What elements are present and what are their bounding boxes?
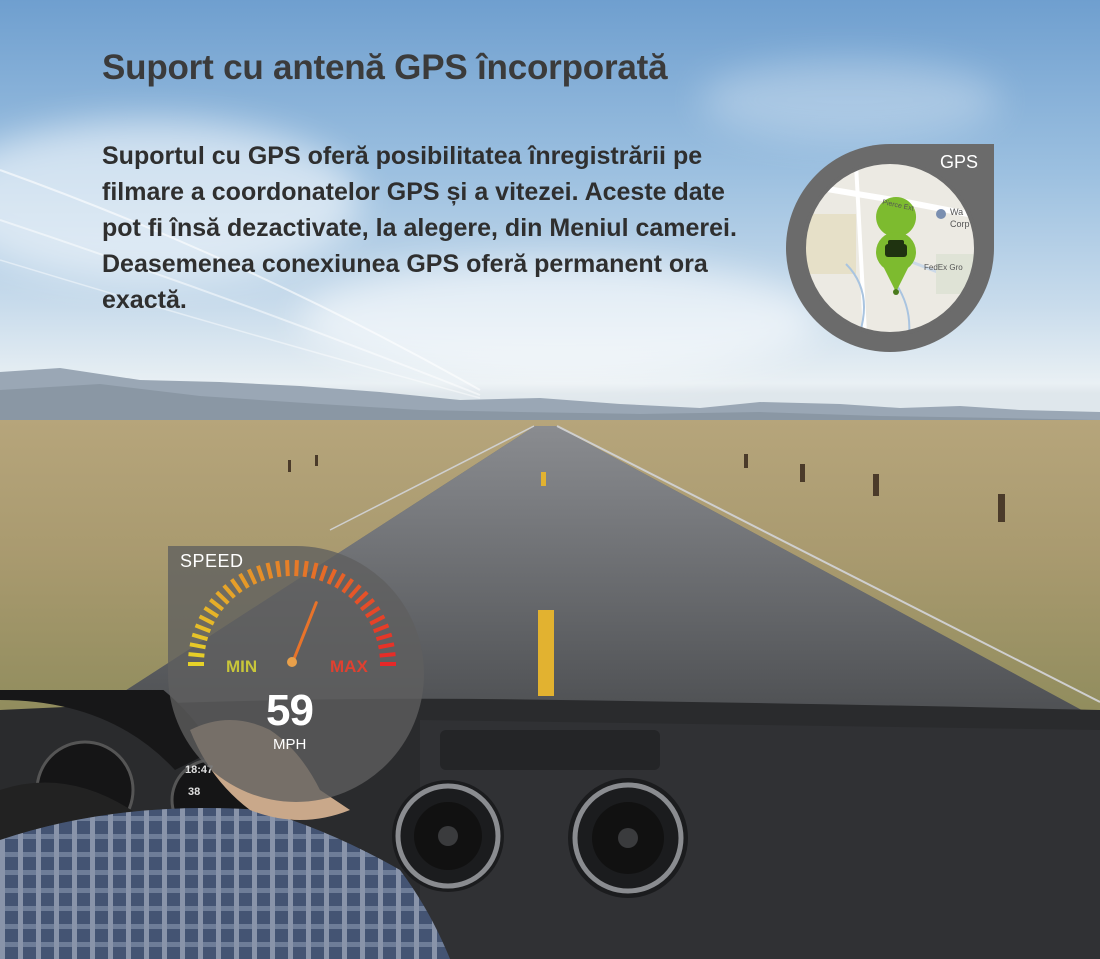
speed-tick bbox=[294, 560, 299, 577]
speed-max-label: MAX bbox=[330, 657, 368, 676]
road bbox=[80, 425, 1100, 720]
speed-tick bbox=[302, 560, 309, 578]
map-label-poi-2: Corp bbox=[950, 219, 970, 229]
speed-min-label: MIN bbox=[226, 657, 258, 676]
speedometer-widget bbox=[168, 546, 424, 802]
hero-scene: 18:47 38 Suport cu antenă GPS încorporat… bbox=[0, 0, 1100, 959]
speed-value: 59 bbox=[266, 686, 314, 735]
gps-label: GPS bbox=[940, 152, 979, 172]
car-dashboard bbox=[0, 690, 1100, 959]
speed-tick bbox=[188, 652, 205, 658]
speed-unit: MPH bbox=[273, 736, 307, 753]
map-poi-icon bbox=[936, 209, 946, 219]
speed-label: SPEED bbox=[180, 551, 244, 571]
air-vent-right bbox=[568, 778, 688, 898]
gps-map-widget: Pierce Ext Wa Corp FedEx Gro bbox=[786, 144, 994, 352]
map-label-poi: Wa bbox=[950, 207, 963, 217]
speed-tick bbox=[379, 652, 396, 658]
map-label-fedex: FedEx Gro bbox=[924, 263, 963, 272]
description-text: Suportul cu GPS oferă posibilitatea înre… bbox=[102, 142, 737, 314]
speed-tick bbox=[285, 560, 290, 577]
page-title: Suport cu antenă GPS încorporată bbox=[102, 48, 668, 87]
speed-tick bbox=[275, 560, 282, 578]
